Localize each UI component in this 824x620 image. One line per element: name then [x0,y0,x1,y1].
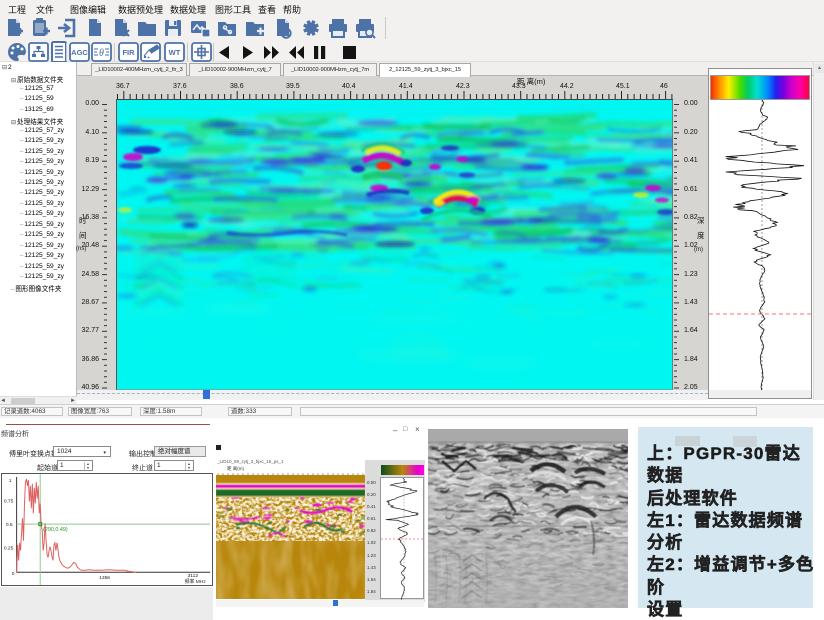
svg-text:(290,0.49): (290,0.49) [43,527,68,533]
svg-text:0.25: 0.25 [4,546,14,552]
svg-text:0.75: 0.75 [4,498,14,504]
svg-text:频率 MHz: 频率 MHz [185,578,207,585]
svg-text:3112: 3112 [188,573,199,579]
svg-text:0.5: 0.5 [6,522,13,528]
svg-text:1356: 1356 [99,575,110,581]
svg-text:0: 0 [12,571,15,577]
svg-text:1: 1 [9,478,12,484]
